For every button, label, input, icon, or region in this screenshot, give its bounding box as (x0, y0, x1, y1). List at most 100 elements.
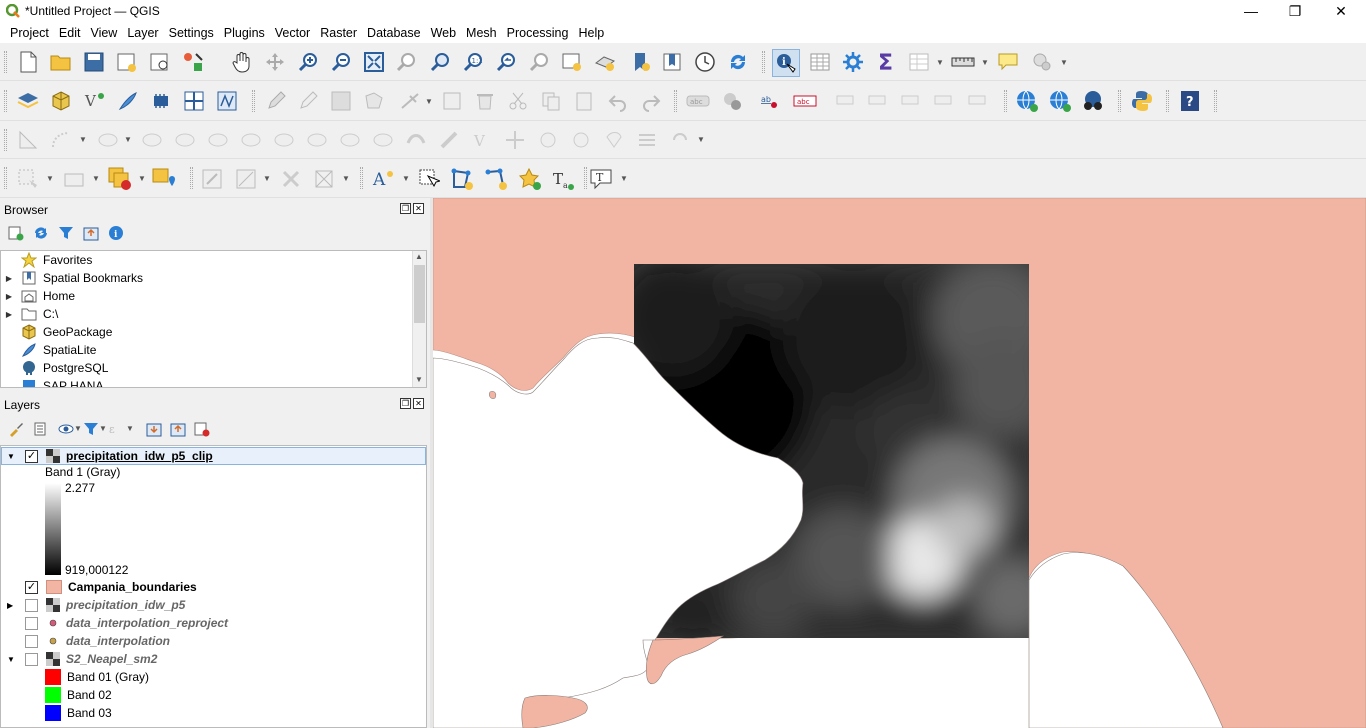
toolbar-grip[interactable] (1166, 90, 1169, 112)
layer-visibility-checkbox[interactable] (25, 598, 38, 612)
new-geopackage-layer-icon[interactable] (49, 89, 73, 113)
toolbar-grip[interactable] (252, 90, 255, 112)
new-project-icon[interactable] (16, 50, 40, 74)
restore-button[interactable]: ❐ (1272, 0, 1318, 22)
attribute-form-icon[interactable] (234, 167, 258, 191)
field-calculator-icon[interactable] (200, 167, 224, 191)
layout-manager-icon[interactable] (148, 50, 172, 74)
layer-visibility-checkbox[interactable] (25, 652, 38, 666)
measure-line-icon[interactable] (951, 50, 975, 74)
info-icon[interactable]: i (108, 225, 124, 241)
layer-row-precipitation-idw-p5[interactable]: ▶ precipitation_idw_p5 (7, 596, 185, 614)
zoom-last-icon[interactable] (494, 50, 518, 74)
layer-row-precipitation-idw-p5-clip[interactable]: ▼ ✓ precipitation_idw_p5_clip (7, 447, 213, 465)
browser-item-postgresql[interactable]: PostgreSQL (1, 359, 411, 377)
snapping-icon[interactable] (312, 167, 336, 191)
chevron-down-icon[interactable]: ▼ (99, 424, 107, 433)
menu-help[interactable]: Help (573, 26, 609, 40)
add-group-icon[interactable] (33, 421, 49, 437)
new-spatialite-layer-icon[interactable] (116, 89, 140, 113)
remove-layer-icon[interactable] (194, 421, 210, 437)
chevron-down-icon[interactable]: ▼ (981, 58, 989, 67)
zoom-full-icon[interactable] (362, 50, 386, 74)
layer-row-campania-boundaries[interactable]: ✓ Campania_boundaries (7, 578, 197, 596)
add-polygon-feature-icon[interactable] (362, 89, 386, 113)
merge-selected-features-icon[interactable] (536, 128, 560, 152)
offset-curve-icon[interactable] (371, 128, 395, 152)
attribute-table-icon[interactable] (808, 50, 832, 74)
show-hide-labels-icon[interactable] (866, 89, 890, 113)
collapse-all-icon[interactable] (170, 421, 186, 437)
scrollbar-thumb[interactable] (414, 265, 425, 323)
browser-item-home[interactable]: ▶ Home (1, 287, 411, 305)
chevron-down-icon[interactable]: ▼ (620, 174, 628, 183)
toolbar-grip[interactable] (4, 51, 7, 73)
pan-map-icon[interactable] (230, 50, 254, 74)
chevron-down-icon[interactable]: ▼ (936, 58, 944, 67)
modify-attributes-icon[interactable] (440, 89, 464, 113)
show-bookmarks-icon[interactable] (660, 50, 684, 74)
float-panel-icon[interactable]: ❐ (400, 398, 411, 409)
minimize-button[interactable]: — (1228, 0, 1274, 22)
layer-visibility-checkbox[interactable]: ✓ (25, 449, 38, 463)
filter-legend-icon[interactable] (83, 421, 99, 437)
fill-ring-icon[interactable] (239, 128, 263, 152)
open-project-icon[interactable] (49, 50, 73, 74)
metasearch-icon[interactable] (1081, 89, 1105, 113)
create-text-annotation-icon[interactable]: Ta (551, 167, 575, 191)
rotate-feature-icon[interactable] (668, 128, 692, 152)
change-label-icon[interactable] (966, 89, 990, 113)
select-features-by-area-icon[interactable] (16, 167, 40, 191)
menu-processing[interactable]: Processing (502, 26, 574, 40)
split-features-icon[interactable]: V (470, 128, 494, 152)
filter-by-expression-icon[interactable]: ε (108, 421, 124, 437)
temporal-controller-icon[interactable] (693, 50, 717, 74)
topology-editing-icon[interactable] (279, 167, 303, 191)
menu-database[interactable]: Database (362, 26, 426, 40)
new-spatial-bookmark-icon[interactable] (629, 50, 653, 74)
layer-visibility-checkbox[interactable] (25, 634, 38, 648)
collapse-arrow-icon[interactable]: ▼ (7, 655, 19, 664)
menu-edit[interactable]: Edit (54, 26, 86, 40)
browser-item-spatial-bookmarks[interactable]: ▶ Spatial Bookmarks (1, 269, 411, 287)
expand-arrow-icon[interactable]: ▶ (3, 274, 15, 283)
close-panel-icon[interactable]: ✕ (413, 203, 424, 214)
create-polygon-annotation-icon[interactable] (450, 167, 474, 191)
add-circular-string-icon[interactable] (49, 128, 73, 152)
toolbar-grip[interactable] (1214, 90, 1217, 112)
zoom-next-icon[interactable] (527, 50, 551, 74)
move-label-icon[interactable] (899, 89, 923, 113)
scroll-up-icon[interactable]: ▲ (415, 252, 423, 261)
expand-all-icon[interactable] (146, 421, 162, 437)
processing-toolbox-icon[interactable] (841, 50, 865, 74)
map-tips-icon[interactable] (996, 50, 1020, 74)
open-table-icon[interactable] (907, 50, 931, 74)
open-layer-styling-icon[interactable] (8, 421, 24, 437)
toolbar-grip[interactable] (4, 129, 7, 151)
layer-row-data-interpolation[interactable]: data_interpolation (7, 632, 170, 650)
redo-icon[interactable] (639, 89, 663, 113)
add-ring-2-icon[interactable] (173, 128, 197, 152)
delete-selected-icon[interactable] (473, 89, 497, 113)
deselect-features-icon[interactable] (108, 167, 132, 191)
toolbar-grip[interactable] (190, 167, 193, 189)
trim-extend-icon[interactable] (437, 128, 461, 152)
highlight-pinned-labels-icon[interactable]: ab (760, 89, 784, 113)
expand-arrow-icon[interactable]: ▶ (7, 601, 19, 610)
menu-settings[interactable]: Settings (164, 26, 219, 40)
select-by-value-icon[interactable] (62, 167, 86, 191)
split-parts-icon[interactable] (503, 128, 527, 152)
chevron-down-icon[interactable]: ▼ (92, 174, 100, 183)
statistical-summary-icon[interactable]: Σ (874, 50, 898, 74)
save-project-icon[interactable] (82, 50, 106, 74)
data-source-manager-icon[interactable] (16, 89, 40, 113)
new-print-layout-icon[interactable] (115, 50, 139, 74)
chevron-down-icon[interactable]: ▼ (138, 174, 146, 183)
rotate-label-icon[interactable] (932, 89, 956, 113)
chevron-down-icon[interactable]: ▼ (263, 174, 271, 183)
chevron-down-icon[interactable]: ▼ (79, 135, 87, 144)
browser-item-spatialite[interactable]: SpatiaLite (1, 341, 411, 359)
pin-unpin-labels-icon[interactable] (834, 89, 858, 113)
chevron-down-icon[interactable]: ▼ (126, 424, 134, 433)
map-canvas[interactable] (433, 198, 1366, 728)
